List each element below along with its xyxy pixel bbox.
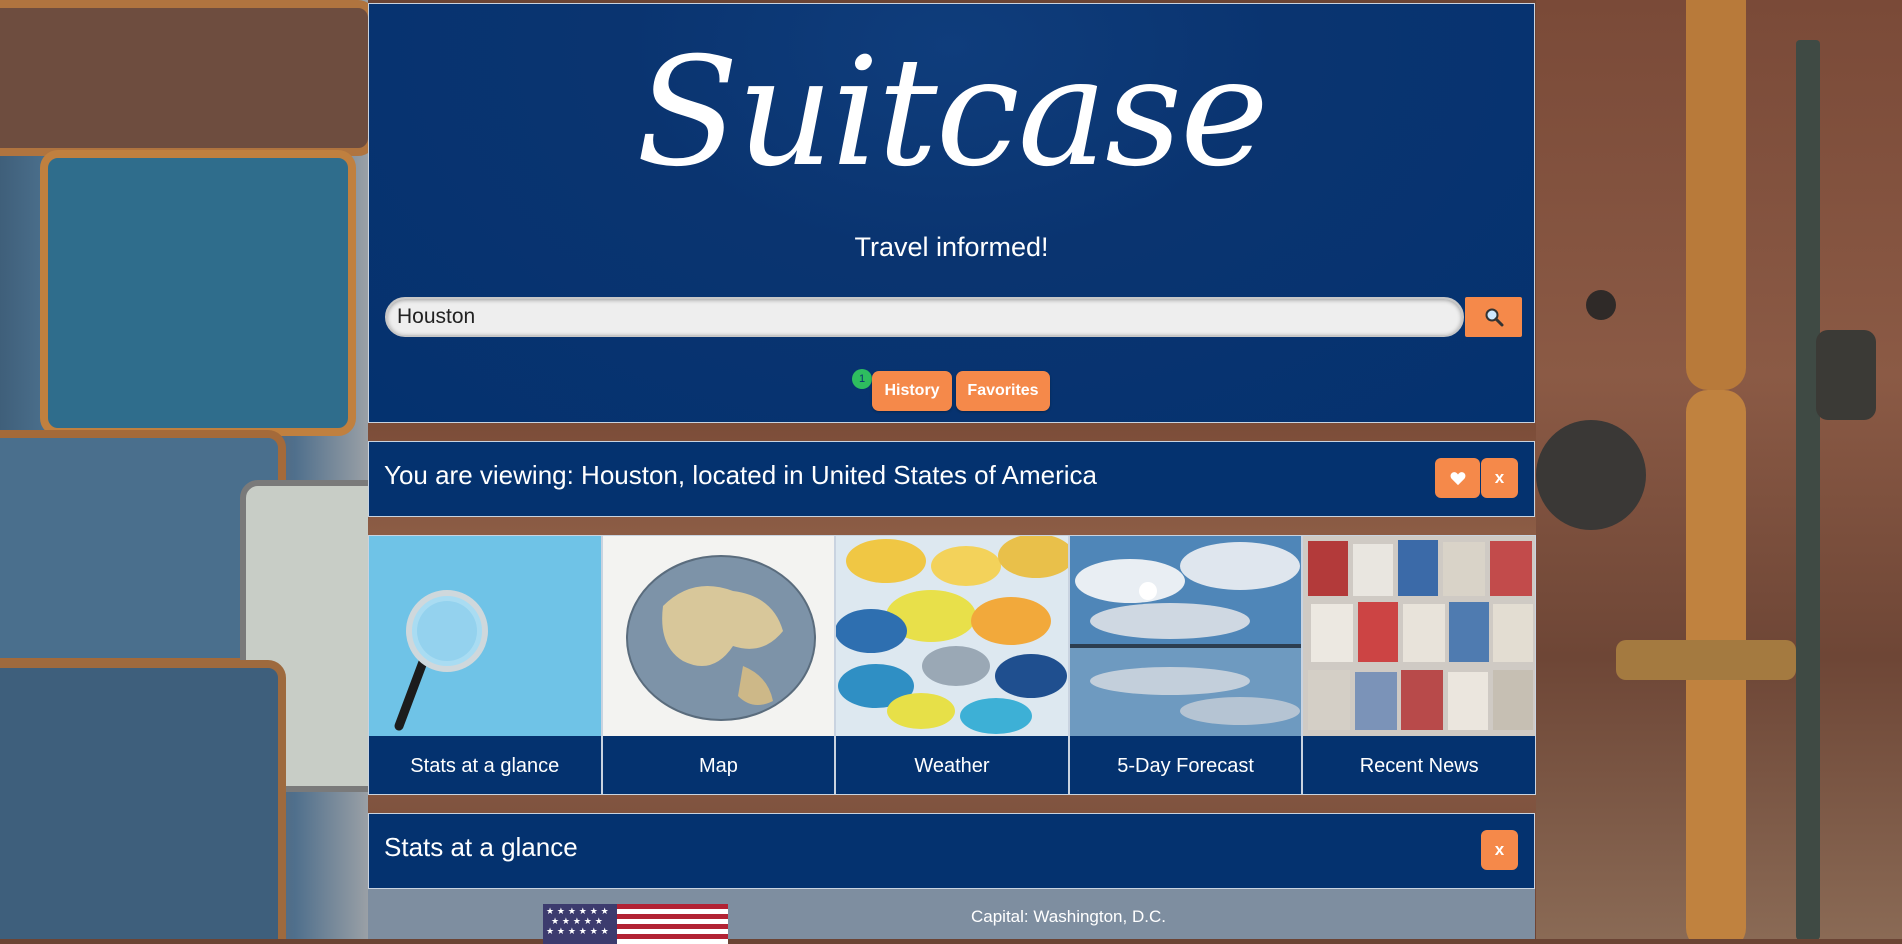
svg-text:★ ★ ★ ★ ★ ★: ★ ★ ★ ★ ★ ★ <box>546 907 609 917</box>
close-stats-button[interactable]: x <box>1481 830 1518 870</box>
tile-forecast[interactable]: 5-Day Forecast <box>1068 535 1303 795</box>
tile-news[interactable]: Recent News <box>1302 535 1536 795</box>
stats-title: Stats at a glance <box>384 832 578 862</box>
category-tiles: Stats at a glance Map Weather 5-Day Fore… <box>368 535 1536 795</box>
capital-text: Capital: Washington, D.C. <box>971 907 1166 926</box>
tile-label: 5-Day Forecast <box>1069 736 1302 794</box>
stats-panel-header: Stats at a glance x <box>368 813 1535 889</box>
current-location-text: You are viewing: Houston, located in Uni… <box>384 460 1098 490</box>
background-right-trunk <box>1536 0 1902 939</box>
newspapers-image <box>1303 536 1535 736</box>
svg-text:★ ★ ★ ★ ★: ★ ★ ★ ★ ★ <box>551 917 603 927</box>
us-flag-image: ★ ★ ★ ★ ★ ★ ★ ★ ★ ★ ★ ★ ★ ★ ★ ★ ★ <box>543 904 728 944</box>
tile-map[interactable]: Map <box>601 535 836 795</box>
tile-weather[interactable]: Weather <box>835 535 1069 795</box>
nav-buttons: 1 History Favorites <box>369 368 1534 411</box>
search-field[interactable] <box>385 297 1464 337</box>
history-count-badge: 1 <box>852 369 872 389</box>
heart-icon <box>1450 471 1465 485</box>
sky-clouds-image <box>1069 536 1302 736</box>
tile-label: Weather <box>836 736 1068 794</box>
history-button[interactable]: History <box>872 371 952 411</box>
site-logo: Suitcase <box>636 26 1269 200</box>
favorite-button[interactable] <box>1435 458 1480 498</box>
magnifying-glass-image <box>369 536 601 736</box>
background-left-suitcases <box>0 0 392 939</box>
tile-label: Stats at a glance <box>369 736 601 794</box>
search-button[interactable] <box>1465 297 1522 337</box>
search-input[interactable] <box>387 299 1462 335</box>
close-location-button[interactable]: x <box>1481 458 1518 498</box>
globe-image <box>602 536 835 736</box>
tile-stats[interactable]: Stats at a glance <box>368 535 602 795</box>
umbrellas-image <box>836 536 1068 736</box>
site-header: Suitcase Travel informed! 1 History Favo… <box>368 3 1535 423</box>
tagline: Travel informed! <box>854 232 1049 262</box>
search-icon <box>1485 308 1503 327</box>
current-location-bar: You are viewing: Houston, located in Uni… <box>368 441 1535 517</box>
favorites-button[interactable]: Favorites <box>956 371 1050 411</box>
stats-panel-body: ★ ★ ★ ★ ★ ★ ★ ★ ★ ★ ★ ★ ★ ★ ★ ★ ★ Capita… <box>368 889 1535 944</box>
svg-text:★ ★ ★ ★ ★ ★: ★ ★ ★ ★ ★ ★ <box>546 927 609 937</box>
tile-label: Map <box>602 736 835 794</box>
tile-label: Recent News <box>1303 736 1535 794</box>
